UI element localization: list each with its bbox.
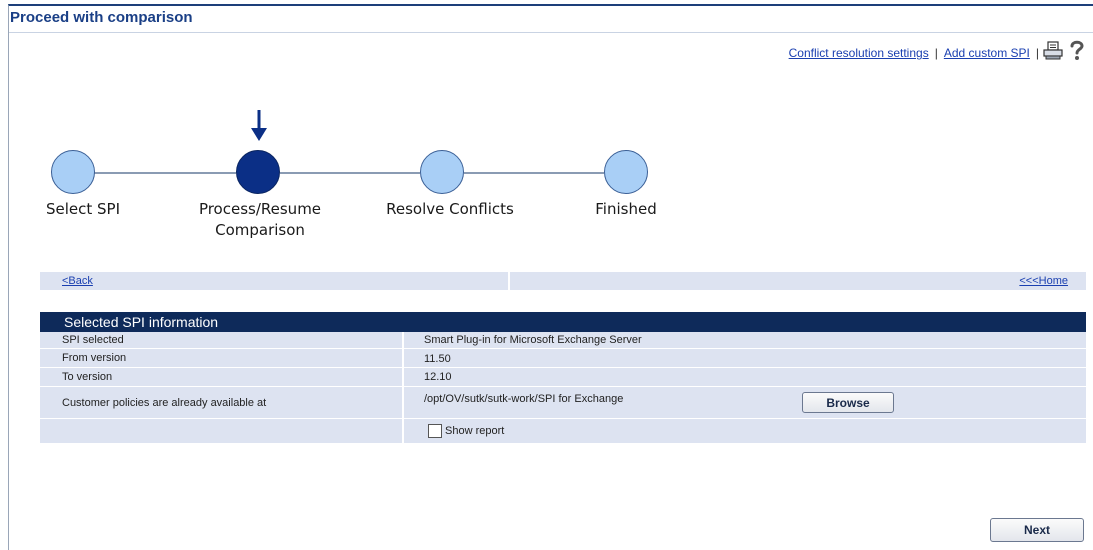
browse-button[interactable]: Browse [802,392,894,413]
title-divider [9,32,1093,33]
table-row: Customer policies are already available … [40,387,1086,419]
link-separator: | [1035,46,1039,60]
step-label-process-resume: Process/Resume Comparison [198,200,322,239]
next-button[interactable]: Next [990,518,1084,542]
step-connector [464,172,604,174]
print-icon[interactable] [1042,38,1064,62]
step-circle-process-resume [236,150,280,194]
step-label-select-spi: Select SPI [45,200,121,218]
step-circle-finished [604,150,648,194]
row-value: Smart Plug-in for Microsoft Exchange Ser… [424,334,642,346]
table-row: Show report [40,419,1086,444]
navigation-bar: <Back <<<Home [40,272,1086,290]
home-link[interactable]: <<<Home [1019,275,1068,287]
link-separator: | [934,46,938,60]
column-divider [402,368,404,386]
help-icon[interactable] [1066,38,1088,62]
column-divider [402,419,404,443]
step-label-finished: Finished [595,200,657,218]
column-divider [402,349,404,367]
nav-divider [508,272,510,290]
row-label: To version [62,371,113,383]
step-connector [94,172,236,174]
row-value: 12.10 [424,371,452,383]
table-row: From version 11.50 [40,349,1086,368]
table-row: SPI selected Smart Plug-in for Microsoft… [40,332,1086,349]
top-links: Conflict resolution settings | Add custom … [789,46,1045,60]
selected-spi-info-table: Selected SPI information SPI selected Sm… [40,312,1086,444]
row-label: From version [62,352,127,364]
row-value: 11.50 [424,353,451,365]
show-report-label: Show report [445,424,505,437]
current-step-arrow-icon [251,110,267,141]
step-circle-select-spi [51,150,95,194]
step-circle-resolve-conflicts [420,150,464,194]
page-title: Proceed with comparison [10,9,193,26]
add-custom-spi-link[interactable]: Add custom SPI [944,46,1030,60]
row-label: SPI selected [62,334,124,346]
table-row: To version 12.10 [40,368,1086,387]
row-value: /opt/OV/sutk/sutk-work/SPI for Exchange [424,393,624,405]
column-divider [402,332,404,348]
wizard-progress: Select SPI Process/Resume Comparison Res… [0,100,700,250]
row-label: Customer policies are already available … [62,397,267,409]
column-divider [402,387,404,418]
show-report-option[interactable]: Show report [428,424,504,438]
step-connector [280,172,420,174]
step-label-resolve-conflicts: Resolve Conflicts [386,200,514,218]
back-link[interactable]: <Back [62,275,93,287]
table-header: Selected SPI information [40,312,1086,332]
conflict-resolution-settings-link[interactable]: Conflict resolution settings [789,46,929,60]
show-report-checkbox[interactable] [428,424,442,438]
